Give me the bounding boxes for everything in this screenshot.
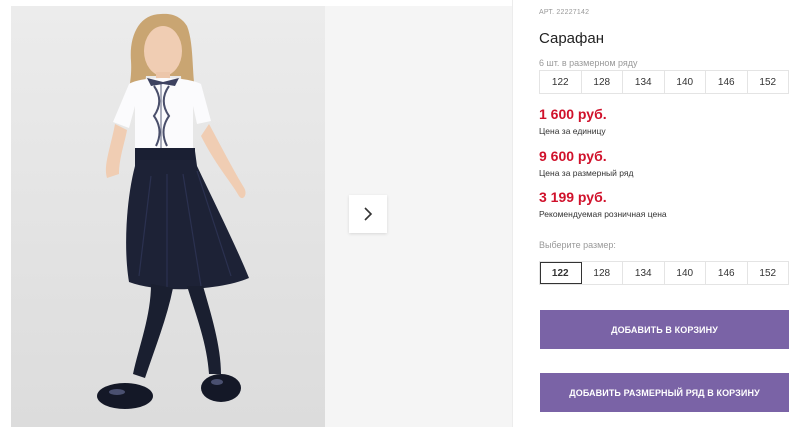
retail-price: 3 199 руб. bbox=[539, 189, 607, 205]
pack-size-cell: 152 bbox=[759, 76, 777, 88]
article-number: АРТ. 22227142 bbox=[539, 9, 590, 16]
unit-price-caption: Цена за единицу bbox=[539, 126, 606, 136]
size-option-140[interactable]: 140 bbox=[665, 262, 706, 284]
panel-divider bbox=[512, 0, 513, 427]
pack-size-cell: 140 bbox=[665, 71, 706, 93]
add-pack-to-cart-button[interactable]: ДОБАВИТЬ РАЗМЕРНЫЙ РЯД В КОРЗИНУ bbox=[540, 373, 789, 412]
size-selector: 122 128 134 140 146 152 bbox=[539, 261, 789, 285]
size-select-label: Выберите размер: bbox=[539, 240, 616, 250]
gallery-next-button[interactable] bbox=[349, 195, 387, 233]
size-option-134[interactable]: 134 bbox=[623, 262, 665, 284]
pack-size-label: 6 шт. в размерном ряду bbox=[539, 58, 638, 68]
girl-in-uniform-image bbox=[97, 13, 249, 409]
pack-size-cell: 134 bbox=[623, 71, 665, 93]
size-option-152[interactable]: 152 bbox=[748, 262, 789, 284]
pack-size-cell: 146 bbox=[706, 71, 748, 93]
add-to-cart-button[interactable]: ДОБАВИТЬ В КОРЗИНУ bbox=[540, 310, 789, 349]
size-option-146[interactable]: 146 bbox=[706, 262, 748, 284]
chevron-right-icon bbox=[364, 207, 373, 221]
pack-price: 9 600 руб. bbox=[539, 148, 607, 164]
product-gallery bbox=[0, 0, 512, 427]
product-photo[interactable] bbox=[11, 6, 325, 427]
pack-price-caption: Цена за размерный ряд bbox=[539, 168, 634, 178]
pack-sizes-table: 122 128 134 140 146 152 bbox=[539, 70, 789, 94]
size-option-128[interactable]: 128 bbox=[582, 262, 623, 284]
product-title: Сарафан bbox=[539, 30, 604, 47]
unit-price: 1 600 руб. bbox=[539, 106, 607, 122]
pack-size-cell: 122 bbox=[540, 71, 582, 93]
size-option-122[interactable]: 122 bbox=[540, 262, 582, 284]
retail-price-caption: Рекомендуемая розничная цена bbox=[539, 209, 667, 219]
pack-size-cell: 128 bbox=[582, 71, 623, 93]
